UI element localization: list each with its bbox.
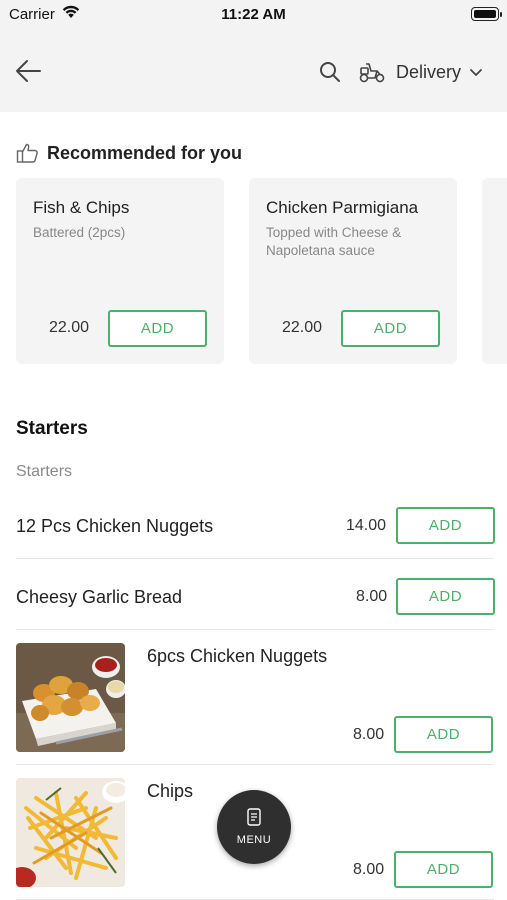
- menu-fab-label: MENU: [236, 834, 272, 846]
- item-price: 8.00: [353, 861, 385, 878]
- delivery-label: Delivery: [396, 61, 462, 82]
- divider: [16, 764, 494, 765]
- search-icon[interactable]: [318, 60, 342, 84]
- scooter-icon: [359, 63, 385, 83]
- thumbs-up-icon: [16, 143, 38, 163]
- item-description: Battered (2pcs): [33, 225, 126, 240]
- item-description: Topped with Cheese & Napoletana sauce: [266, 225, 402, 258]
- add-button[interactable]: ADD: [108, 310, 207, 347]
- add-button[interactable]: ADD: [394, 716, 493, 753]
- item-price: 22.00: [49, 319, 90, 336]
- recommended-card[interactable]: Chicken Parmigiana Topped with Cheese & …: [249, 178, 457, 364]
- top-bar: Delivery: [0, 30, 507, 112]
- item-name: Fish & Chips: [33, 198, 130, 217]
- recommended-heading: Recommended for you: [16, 142, 242, 164]
- divider: [16, 629, 494, 630]
- recommended-title: Recommended for you: [47, 142, 243, 163]
- item-name: Chicken Parmigiana: [266, 198, 419, 217]
- item-name: Chips: [147, 781, 194, 801]
- menu-item-row[interactable]: 6pcs Chicken Nuggets 8.00 ADD: [16, 643, 494, 753]
- menu-item-row[interactable]: 12 Pcs Chicken Nuggets 14.00 ADD: [16, 505, 495, 545]
- recommended-card[interactable]: Fish & Chips Battered (2pcs) 22.00 ADD: [16, 178, 224, 364]
- item-price: 22.00: [282, 319, 323, 336]
- recommended-carousel[interactable]: Fish & Chips Battered (2pcs) 22.00 ADD C…: [16, 178, 507, 368]
- add-button[interactable]: ADD: [396, 578, 495, 615]
- clock: 11:22 AM: [221, 6, 286, 23]
- add-button[interactable]: ADD: [341, 310, 440, 347]
- item-price: 8.00: [356, 588, 388, 605]
- add-button[interactable]: ADD: [396, 507, 495, 544]
- section-title: Starters: [16, 418, 88, 439]
- menu-book-icon: [247, 808, 261, 826]
- section-subtitle: Starters: [16, 463, 73, 480]
- status-bar: Carrier 11:22 AM: [0, 0, 507, 30]
- menu-fab-button[interactable]: MENU: [217, 790, 291, 864]
- divider: [16, 558, 494, 559]
- item-name: 12 Pcs Chicken Nuggets: [16, 516, 214, 536]
- item-price: 8.00: [353, 726, 385, 743]
- item-name: Cheesy Garlic Bread: [16, 587, 183, 607]
- battery-icon: [471, 7, 502, 21]
- item-price: 14.00: [346, 517, 387, 534]
- delivery-selector[interactable]: Delivery: [358, 58, 483, 86]
- menu-item-row[interactable]: Cheesy Garlic Bread 8.00 ADD: [16, 576, 495, 616]
- recommended-card-partial[interactable]: [482, 178, 507, 364]
- item-name: 6pcs Chicken Nuggets: [147, 646, 328, 666]
- back-arrow-icon[interactable]: [14, 57, 44, 85]
- add-button[interactable]: ADD: [394, 851, 493, 888]
- chevron-down-icon: [470, 69, 482, 76]
